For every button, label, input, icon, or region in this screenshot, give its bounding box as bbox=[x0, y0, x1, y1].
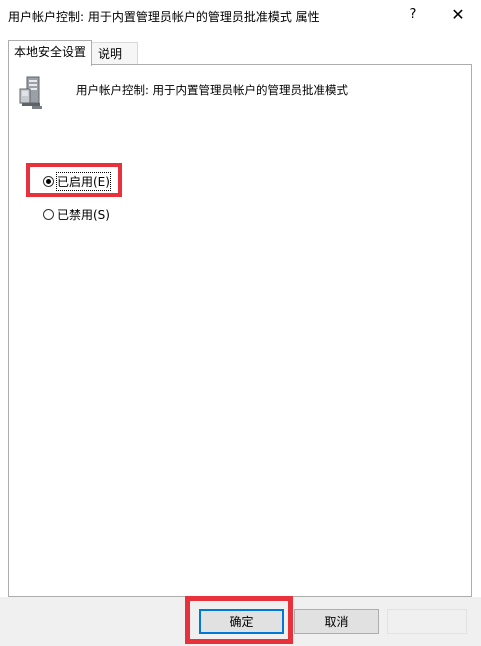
radio-enabled-label: 已启用(E) bbox=[56, 172, 111, 191]
server-computer-icon bbox=[19, 76, 42, 109]
window-title: 用户帐户控制: 用于内置管理员帐户的管理员批准模式 属性 bbox=[8, 10, 320, 24]
title-bar: 用户帐户控制: 用于内置管理员帐户的管理员批准模式 属性 ? ✕ bbox=[0, 0, 481, 30]
close-button[interactable]: ✕ bbox=[446, 2, 470, 28]
tab-panel bbox=[8, 64, 472, 597]
apply-button[interactable] bbox=[387, 609, 467, 634]
radio-disabled-option[interactable]: 已禁用(S) bbox=[43, 206, 110, 223]
radio-disabled-label: 已禁用(S) bbox=[57, 208, 110, 222]
help-button[interactable]: ? bbox=[401, 2, 425, 28]
tab-label: 本地安全设置 bbox=[14, 45, 87, 59]
cancel-button[interactable]: 取消 bbox=[294, 609, 379, 634]
tab-local-security-setting[interactable]: 本地安全设置 bbox=[8, 40, 92, 66]
annotation-highlight-ok bbox=[185, 596, 293, 644]
radio-button-checked[interactable] bbox=[43, 176, 54, 187]
tab-explain[interactable]: 说明 bbox=[91, 42, 138, 64]
policy-name: 用户帐户控制: 用于内置管理员帐户的管理员批准模式 bbox=[76, 83, 349, 97]
tab-label: 说明 bbox=[98, 47, 123, 61]
radio-enabled-option[interactable]: 已启用(E) bbox=[43, 172, 111, 191]
radio-button-unchecked[interactable] bbox=[43, 209, 54, 220]
